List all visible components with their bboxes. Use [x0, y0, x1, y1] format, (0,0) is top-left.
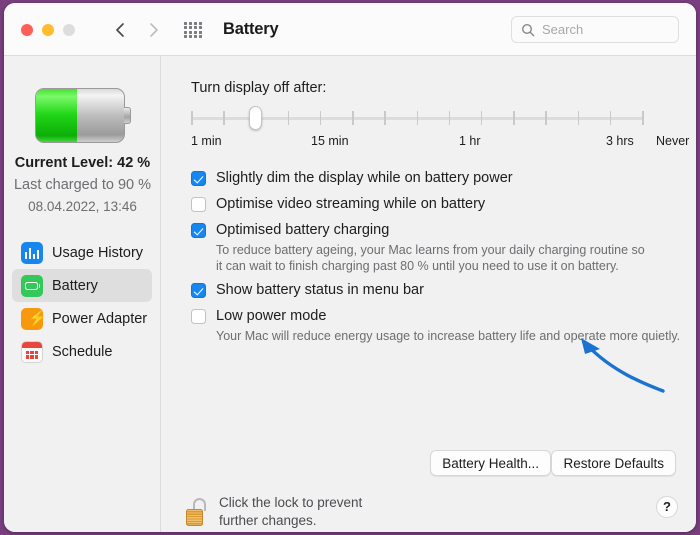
sidebar: Current Level: 42 % Last charged to 90 %…	[4, 56, 161, 532]
slider-tick	[191, 111, 193, 125]
unlocked-padlock-icon[interactable]	[184, 497, 210, 527]
slider-caption: 1 hr	[459, 134, 481, 148]
checkbox[interactable]	[191, 283, 206, 298]
checkbox[interactable]	[191, 309, 206, 324]
battery-icon	[21, 274, 43, 297]
minimise-button[interactable]	[42, 24, 54, 36]
slider-caption: 3 hrs	[606, 134, 634, 148]
sidebar-item-power-adapter[interactable]: ⚡ Power Adapter	[12, 302, 152, 335]
slider-tick	[513, 111, 515, 125]
option-row[interactable]: Slightly dim the display while on batter…	[191, 170, 513, 186]
current-level-text: Current Level: 42 %	[14, 155, 151, 171]
sidebar-list: Usage History Battery ⚡ Power Adapter Sc…	[12, 236, 152, 368]
option-row[interactable]: Optimised battery charging	[191, 222, 389, 238]
option-label: Slightly dim the display while on batter…	[216, 170, 513, 186]
checkbox[interactable]	[191, 197, 206, 212]
power-adapter-icon: ⚡	[21, 307, 47, 330]
slider-tick	[416, 111, 418, 125]
slider-tick	[609, 111, 612, 125]
option-label: Optimised battery charging	[216, 222, 390, 238]
battery-level-graphic	[35, 88, 131, 143]
show-all-grid-icon[interactable]	[184, 22, 202, 38]
search-input[interactable]	[542, 17, 672, 42]
search-field[interactable]	[511, 16, 679, 43]
checkbox[interactable]	[191, 171, 206, 186]
page-title: Battery	[223, 20, 279, 38]
slider-tick	[480, 111, 483, 125]
option-label: Low power mode	[216, 308, 327, 324]
slider-label: Turn display off after:	[191, 80, 327, 96]
sidebar-item-usage-history[interactable]: Usage History	[12, 236, 152, 269]
search-icon	[521, 23, 535, 37]
slider-caption: 15 min	[311, 134, 349, 148]
lock-hint-line2: further changes.	[219, 513, 317, 528]
usage-history-icon	[21, 241, 43, 264]
back-chevron-icon[interactable]	[110, 20, 130, 40]
sidebar-item-label: Schedule	[52, 343, 113, 360]
forward-chevron-icon[interactable]	[144, 20, 164, 40]
display-sleep-slider[interactable]	[191, 106, 644, 130]
slider-tick	[642, 111, 644, 125]
lock-hint-line1: Click the lock to prevent	[219, 495, 363, 510]
option-label: Show battery status in menu bar	[216, 282, 424, 298]
schedule-icon	[21, 340, 43, 363]
slider-thumb[interactable]	[248, 106, 262, 130]
slider-tick	[223, 111, 225, 125]
last-charged-text: Last charged to 90 %	[13, 177, 152, 193]
close-button[interactable]	[21, 24, 33, 36]
slider-tick	[384, 111, 386, 125]
option-row[interactable]: Optimise video streaming while on batter…	[191, 196, 485, 212]
option-row[interactable]: Low power mode	[191, 308, 326, 324]
battery-fill	[36, 89, 78, 142]
window-titlebar: Battery	[4, 3, 696, 56]
sidebar-item-label: Battery	[52, 277, 98, 294]
slider-caption: Never	[656, 134, 690, 148]
help-button[interactable]: ?	[656, 496, 678, 518]
checkbox[interactable]	[191, 223, 206, 238]
slider-tick	[577, 111, 580, 125]
slider-tick	[287, 111, 290, 125]
preferences-window: Battery Current Level: 42 % Last charged…	[4, 3, 696, 532]
option-label: Optimise video streaming while on batter…	[216, 196, 486, 212]
battery-body	[35, 88, 125, 143]
battery-cap	[124, 107, 131, 124]
sidebar-item-label: Power Adapter	[52, 310, 148, 327]
slider-tick	[352, 111, 354, 125]
sidebar-item-label: Usage History	[52, 244, 144, 261]
slider-tick	[448, 111, 451, 125]
lock-row[interactable]: Click the lock to prevent further change…	[184, 494, 362, 530]
option-row[interactable]: Show battery status in menu bar	[191, 282, 424, 298]
battery-health-button[interactable]: Battery Health...	[430, 450, 551, 476]
slider-tick	[319, 111, 322, 125]
option-description: To reduce battery ageing, your Mac learn…	[216, 243, 645, 273]
slider-tick	[545, 111, 547, 125]
zoom-button[interactable]	[63, 24, 75, 36]
sidebar-item-battery[interactable]: Battery	[12, 269, 152, 302]
last-charged-date: 08.04.2022, 13:46	[28, 199, 137, 214]
lock-hint-text: Click the lock to prevent further change…	[219, 494, 362, 530]
main-content: Turn display off after: 1 min 15 min 1 hr 3…	[162, 56, 696, 532]
slider-caption: 1 min	[191, 134, 222, 148]
restore-defaults-button[interactable]: Restore Defaults	[551, 450, 676, 476]
sidebar-item-schedule[interactable]: Schedule	[12, 335, 152, 368]
option-description: Your Mac will reduce energy usage to inc…	[216, 329, 681, 343]
